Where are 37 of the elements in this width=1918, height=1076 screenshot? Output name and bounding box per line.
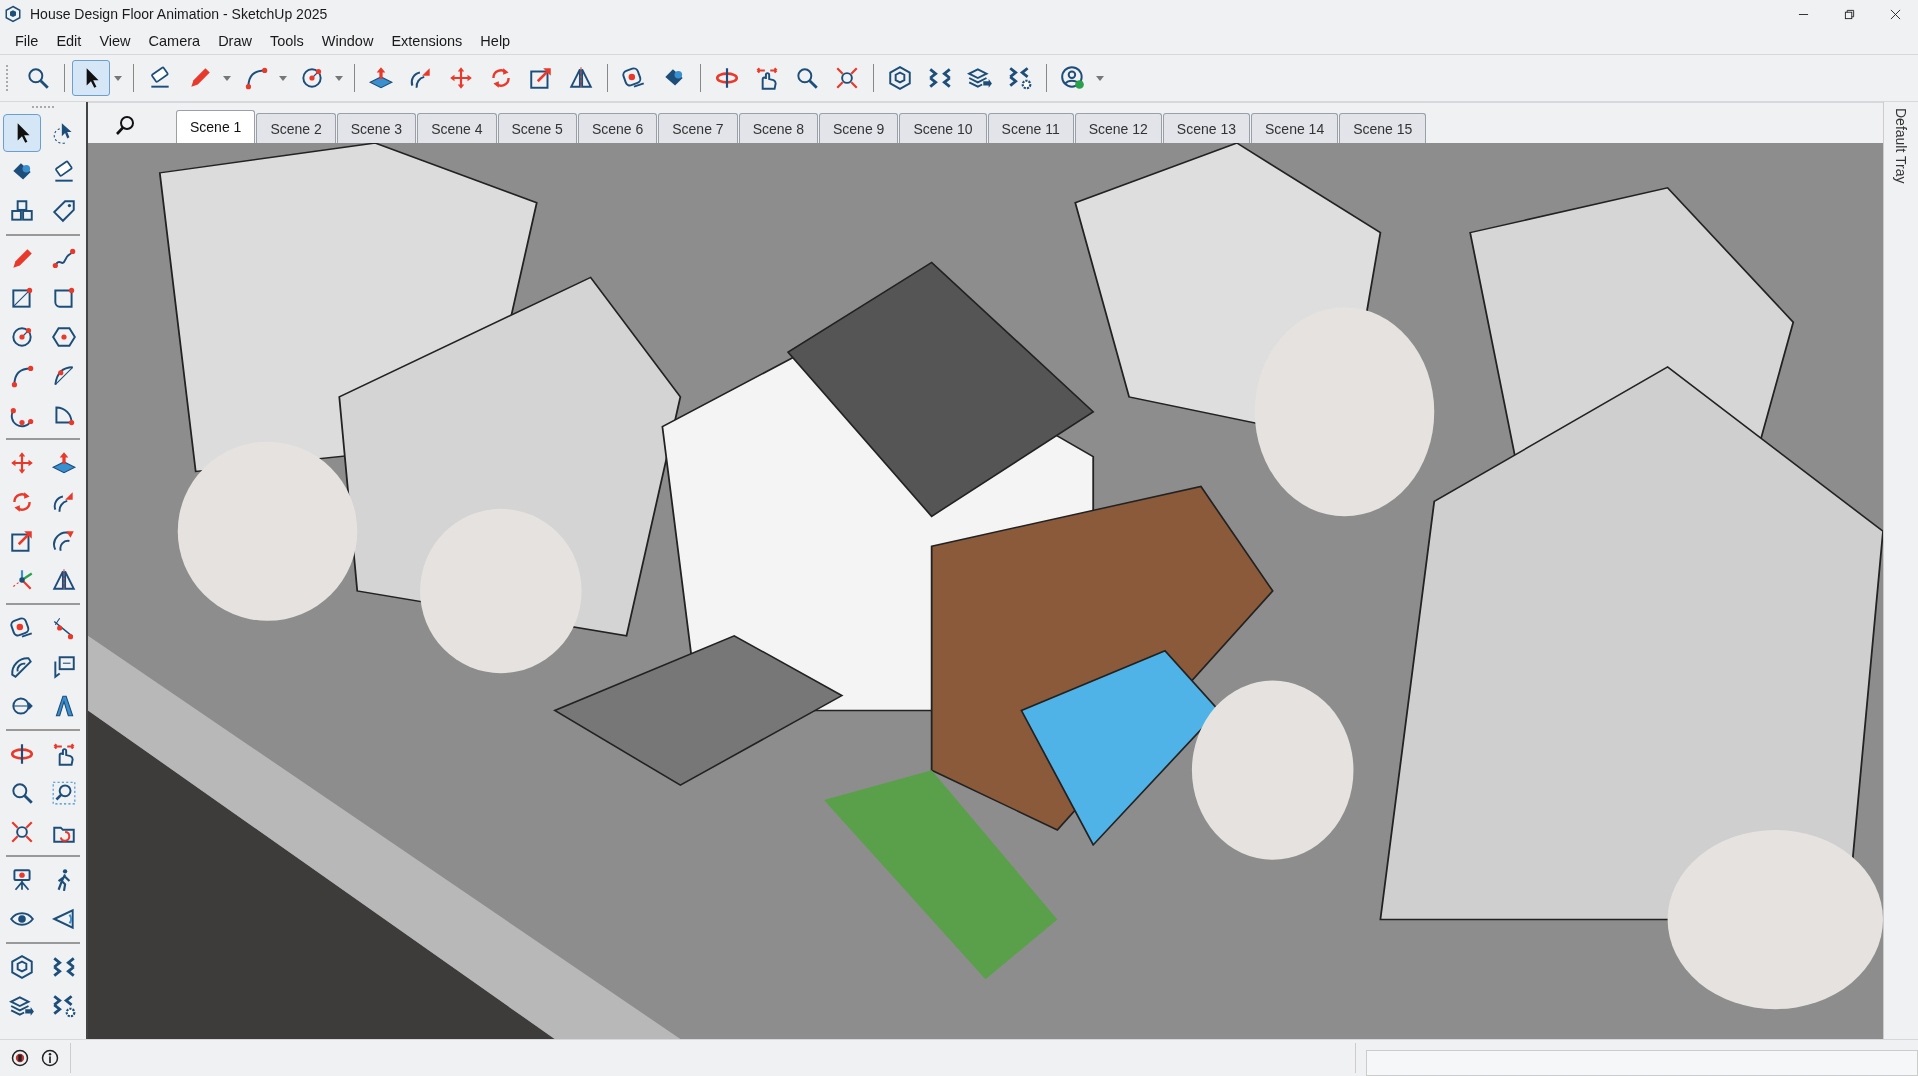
- scene-tab[interactable]: Scene 5: [497, 113, 577, 143]
- caret-icon[interactable]: [335, 75, 343, 81]
- scene-tab[interactable]: Scene 1: [176, 110, 256, 143]
- menu-item[interactable]: Extensions: [382, 30, 472, 52]
- menu-item[interactable]: View: [90, 30, 140, 52]
- menu-item[interactable]: Help: [471, 30, 520, 52]
- caret-icon[interactable]: [114, 75, 122, 81]
- cursor-icon[interactable]: [3, 114, 41, 152]
- house-model-drawing[interactable]: [88, 143, 1883, 1039]
- scene-tab[interactable]: Scene 4: [417, 113, 497, 143]
- caret-icon[interactable]: [223, 75, 231, 81]
- scene-tab[interactable]: Scene 9: [819, 113, 899, 143]
- scene-tab[interactable]: Scene 15: [1339, 113, 1427, 143]
- menu-item[interactable]: Camera: [139, 30, 210, 52]
- menu-item[interactable]: Draw: [209, 30, 261, 52]
- measurements-field[interactable]: [1366, 1050, 1918, 1076]
- menu-item[interactable]: Edit: [47, 30, 91, 52]
- tray-tab[interactable]: Default Tray: [1893, 108, 1909, 1039]
- scene-tab[interactable]: Scene 6: [577, 113, 658, 143]
- scene-tab[interactable]: Scene 13: [1162, 113, 1250, 143]
- scene-tab[interactable]: Scene 2: [256, 113, 336, 143]
- scene-tab[interactable]: Scene 12: [1074, 113, 1162, 143]
- scene-tab[interactable]: Scene 11: [987, 113, 1074, 143]
- caret-icon[interactable]: [1096, 75, 1104, 81]
- menu-item[interactable]: Window: [312, 30, 383, 52]
- scene-tab[interactable]: Scene 8: [738, 113, 818, 143]
- app-logo-icon: [4, 5, 22, 23]
- info-icon[interactable]: [40, 1048, 60, 1068]
- caret-icon[interactable]: [279, 75, 287, 81]
- cursor-icon[interactable]: [72, 60, 110, 96]
- menu-item[interactable]: Tools: [260, 30, 313, 52]
- scene-tab[interactable]: Scene 3: [336, 113, 417, 143]
- window-title: House Design Floor Animation - SketchUp 2025: [30, 6, 328, 22]
- scene-tab[interactable]: Scene 10: [899, 113, 987, 143]
- menu-item[interactable]: File: [6, 30, 48, 52]
- scene-tab[interactable]: Scene 7: [658, 113, 738, 143]
- scene-tab[interactable]: Scene 14: [1251, 113, 1339, 143]
